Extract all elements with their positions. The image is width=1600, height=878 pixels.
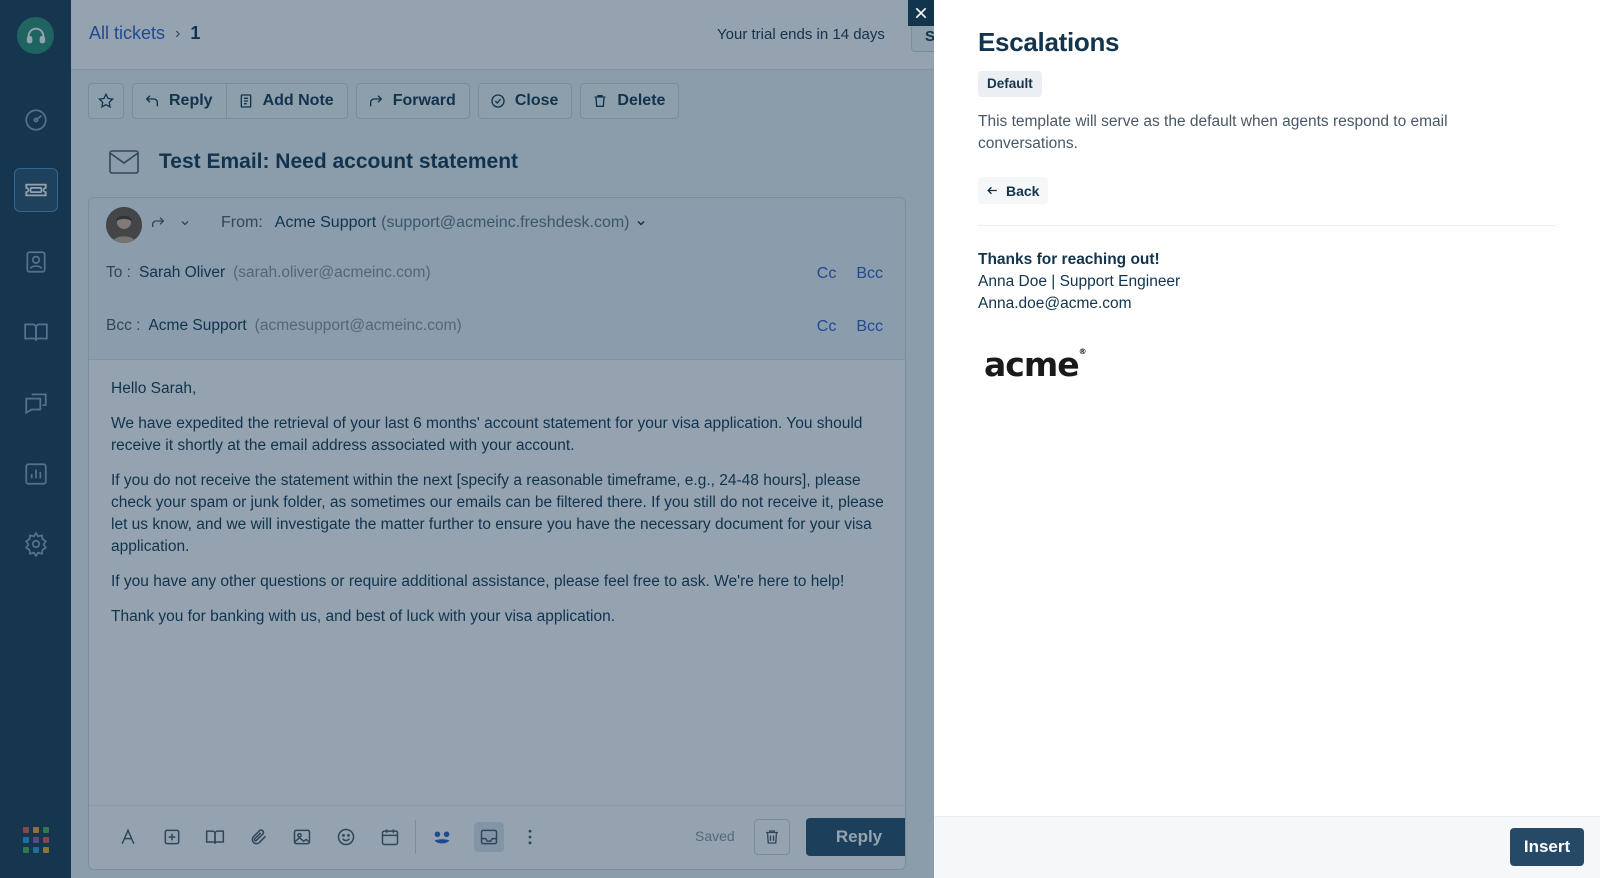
template-panel: Escalations Default This template will s… <box>934 0 1600 878</box>
acme-logo: acme® <box>984 345 1087 384</box>
signature-greeting: Thanks for reaching out! <box>978 251 1160 268</box>
signature-email: Anna.doe@acme.com <box>978 295 1132 312</box>
panel-footer: Insert <box>934 816 1600 878</box>
template-preview: Thanks for reaching out! Anna Doe | Supp… <box>978 249 1180 315</box>
arrow-left-icon <box>987 186 997 195</box>
insert-button[interactable]: Insert <box>1510 828 1584 866</box>
back-label: Back <box>1006 182 1040 199</box>
acme-logo-text: acme <box>984 345 1080 384</box>
panel-title: Escalations <box>978 27 1120 57</box>
modal-backdrop[interactable] <box>0 0 934 878</box>
template-description: This template will serve as the default … <box>978 113 1448 152</box>
divider <box>978 225 1556 226</box>
close-icon <box>915 7 927 19</box>
close-panel-button[interactable] <box>908 0 934 26</box>
default-badge: Default <box>978 71 1042 97</box>
back-button[interactable]: Back <box>978 177 1049 204</box>
signature-name: Anna Doe | Support Engineer <box>978 273 1181 290</box>
